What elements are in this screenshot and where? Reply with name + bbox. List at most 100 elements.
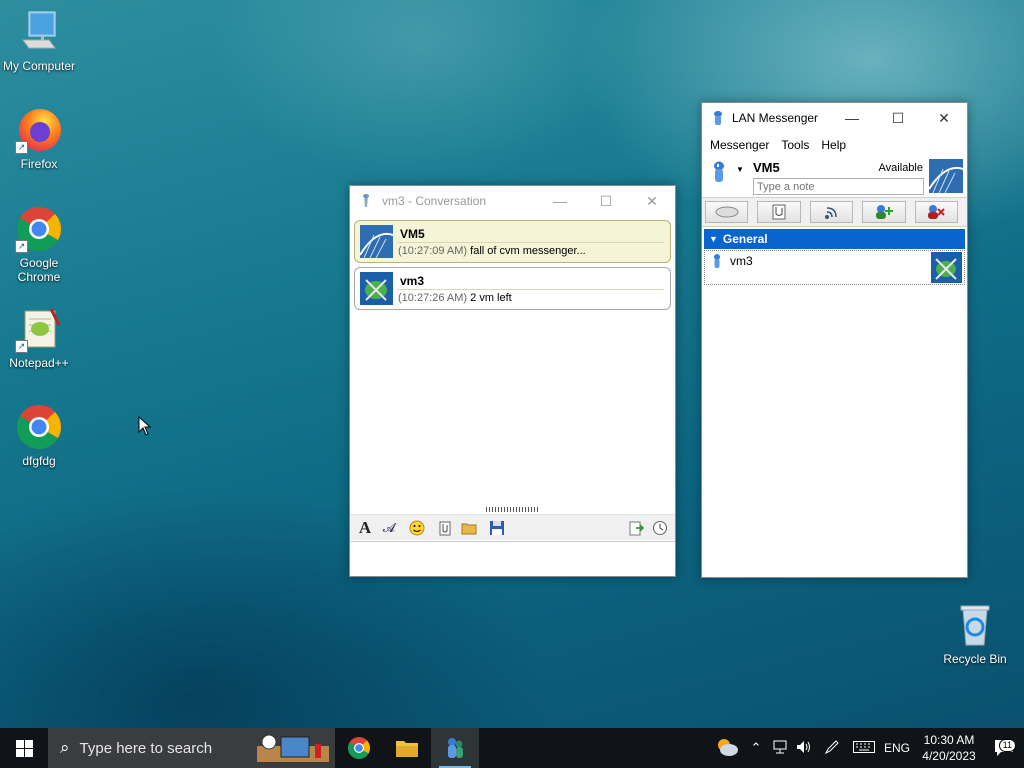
status-dropdown-icon[interactable]: ▼ <box>736 165 744 174</box>
desktop-icon-dfgfdg[interactable]: dfgfdg <box>0 403 78 468</box>
font-color-icon[interactable]: 𝓐 <box>380 519 398 537</box>
broadcast-icon[interactable] <box>627 519 645 537</box>
lan-messenger-titlebar[interactable]: LAN Messenger — ☐ ✕ <box>702 103 967 133</box>
taskbar: ⌕ Type here to search ⌃ ENG 10:30 AM 4/2… <box>0 728 1024 768</box>
messenger-icon <box>363 194 369 207</box>
menu-tools[interactable]: Tools <box>775 138 815 152</box>
chat-room-button[interactable] <box>705 201 749 223</box>
conversation-title: vm3 - Conversation <box>382 194 487 208</box>
group-header[interactable]: ▼ General <box>704 229 965 249</box>
chrome-icon <box>348 737 370 759</box>
desktop-icon-recycle-bin[interactable]: Recycle Bin <box>936 601 1014 666</box>
collapse-arrow-icon[interactable]: ▼ <box>709 234 718 244</box>
desktop-icon-label: Recycle Bin <box>943 652 1007 666</box>
message-bubble: VM5 (10:27:09 AM) fall of cvm messenger.… <box>354 220 671 263</box>
search-placeholder: Type here to search <box>79 739 213 757</box>
minimize-button[interactable]: — <box>829 103 875 133</box>
avatar[interactable] <box>929 159 963 193</box>
send-file-button[interactable] <box>757 201 801 223</box>
send-folder-icon[interactable] <box>460 519 478 537</box>
history-icon[interactable] <box>651 519 669 537</box>
conversation-titlebar[interactable]: vm3 - Conversation — ☐ ✕ <box>350 186 675 216</box>
message-time: (10:27:26 AM) <box>398 292 468 304</box>
close-button[interactable]: ✕ <box>629 186 675 216</box>
message-bubble: vm3 (10:27:26 AM) 2 vm left <box>354 267 671 310</box>
search-highlight-icon <box>257 734 329 762</box>
desktop-icon-firefox[interactable]: ↗ Firefox <box>0 106 78 171</box>
network-icon[interactable] <box>768 740 792 757</box>
message-input[interactable] <box>350 541 675 576</box>
messenger-icon <box>448 738 463 758</box>
clock-time: 10:30 AM <box>923 733 975 747</box>
menu-bar: Messenger Tools Help <box>702 133 967 157</box>
pen-icon[interactable] <box>816 739 848 758</box>
desktop-icon-my-computer[interactable]: My Computer <box>0 8 78 73</box>
maximize-button[interactable]: ☐ <box>583 186 629 216</box>
user-status: Available <box>878 162 923 174</box>
message-body: 2 vm left <box>470 292 512 304</box>
font-icon[interactable]: A <box>356 518 374 537</box>
save-icon[interactable] <box>488 519 506 537</box>
taskbar-search-box[interactable]: ⌕ Type here to search <box>48 728 335 768</box>
conversation-window[interactable]: vm3 - Conversation — ☐ ✕ VM5 (10:27:09 A… <box>349 185 676 577</box>
notepad-plus-plus-icon: ↗ <box>15 305 63 353</box>
remove-contact-button[interactable] <box>914 201 959 223</box>
desktop-icon-label: Firefox <box>20 157 58 171</box>
maximize-button[interactable]: ☐ <box>875 103 921 133</box>
send-file-icon[interactable] <box>436 519 454 537</box>
desktop-icon-notepad-plus-plus[interactable]: ↗ Notepad++ <box>0 305 78 370</box>
note-input[interactable] <box>753 178 924 195</box>
messenger-icon <box>714 111 722 125</box>
avatar <box>360 272 393 305</box>
message-time: (10:27:09 AM) <box>398 245 468 257</box>
contact-item[interactable]: vm3 <box>704 250 965 285</box>
broadcast-button[interactable] <box>809 201 854 223</box>
clock[interactable]: 10:30 AM 4/20/2023 <box>914 732 984 764</box>
contact-name: vm3 <box>730 254 753 268</box>
user-status-icon[interactable] <box>712 161 726 183</box>
desktop-icon-google-chrome[interactable]: ↗ Google Chrome <box>0 205 78 284</box>
taskbar-file-explorer[interactable] <box>383 728 431 768</box>
add-user-icon <box>875 205 893 219</box>
desktop-icon-label: Google Chrome <box>17 256 61 284</box>
taskbar-chrome[interactable] <box>335 728 383 768</box>
message-sender: VM5 <box>400 227 425 241</box>
avatar <box>360 225 393 258</box>
recycle-bin-icon <box>951 601 999 649</box>
language-indicator[interactable]: ENG <box>880 741 914 755</box>
chrome-icon <box>15 403 63 451</box>
keyboard-icon[interactable] <box>848 740 880 756</box>
add-contact-button[interactable] <box>862 201 906 223</box>
minimize-button[interactable]: — <box>537 186 583 216</box>
clock-date: 4/20/2023 <box>922 749 976 763</box>
lan-messenger-title: LAN Messenger <box>732 111 819 125</box>
start-button[interactable] <box>0 728 48 768</box>
message-text: (10:27:26 AM) 2 vm left <box>398 292 512 304</box>
lan-messenger-window[interactable]: LAN Messenger — ☐ ✕ Messenger Tools Help… <box>701 102 968 578</box>
broadcast-icon <box>824 207 837 219</box>
mouse-cursor-icon <box>138 416 152 436</box>
message-text: (10:27:09 AM) fall of cvm messenger... <box>398 245 586 257</box>
avatar <box>931 252 962 283</box>
remove-user-icon <box>928 205 946 219</box>
shortcut-arrow-icon: ↗ <box>15 340 28 353</box>
emoticon-icon[interactable] <box>408 519 426 537</box>
shortcut-arrow-icon: ↗ <box>15 240 28 253</box>
computer-icon <box>15 8 63 56</box>
folder-icon <box>396 741 418 757</box>
splitter-handle[interactable] <box>486 507 540 512</box>
message-body: fall of cvm messenger... <box>470 245 586 257</box>
close-button[interactable]: ✕ <box>921 103 967 133</box>
desktop-icon-label: Notepad++ <box>9 356 69 370</box>
chrome-icon: ↗ <box>15 205 63 253</box>
taskbar-lan-messenger[interactable] <box>431 728 479 768</box>
notification-center-button[interactable]: 11 <box>984 738 1024 758</box>
attach-file-icon <box>772 204 786 220</box>
message-sender: vm3 <box>400 274 425 288</box>
chevron-up-icon[interactable]: ⌃ <box>744 740 768 756</box>
weather-icon[interactable] <box>710 737 744 760</box>
menu-messenger[interactable]: Messenger <box>704 138 775 152</box>
menu-help[interactable]: Help <box>815 138 852 152</box>
divider <box>397 242 664 243</box>
volume-icon[interactable] <box>792 740 816 757</box>
